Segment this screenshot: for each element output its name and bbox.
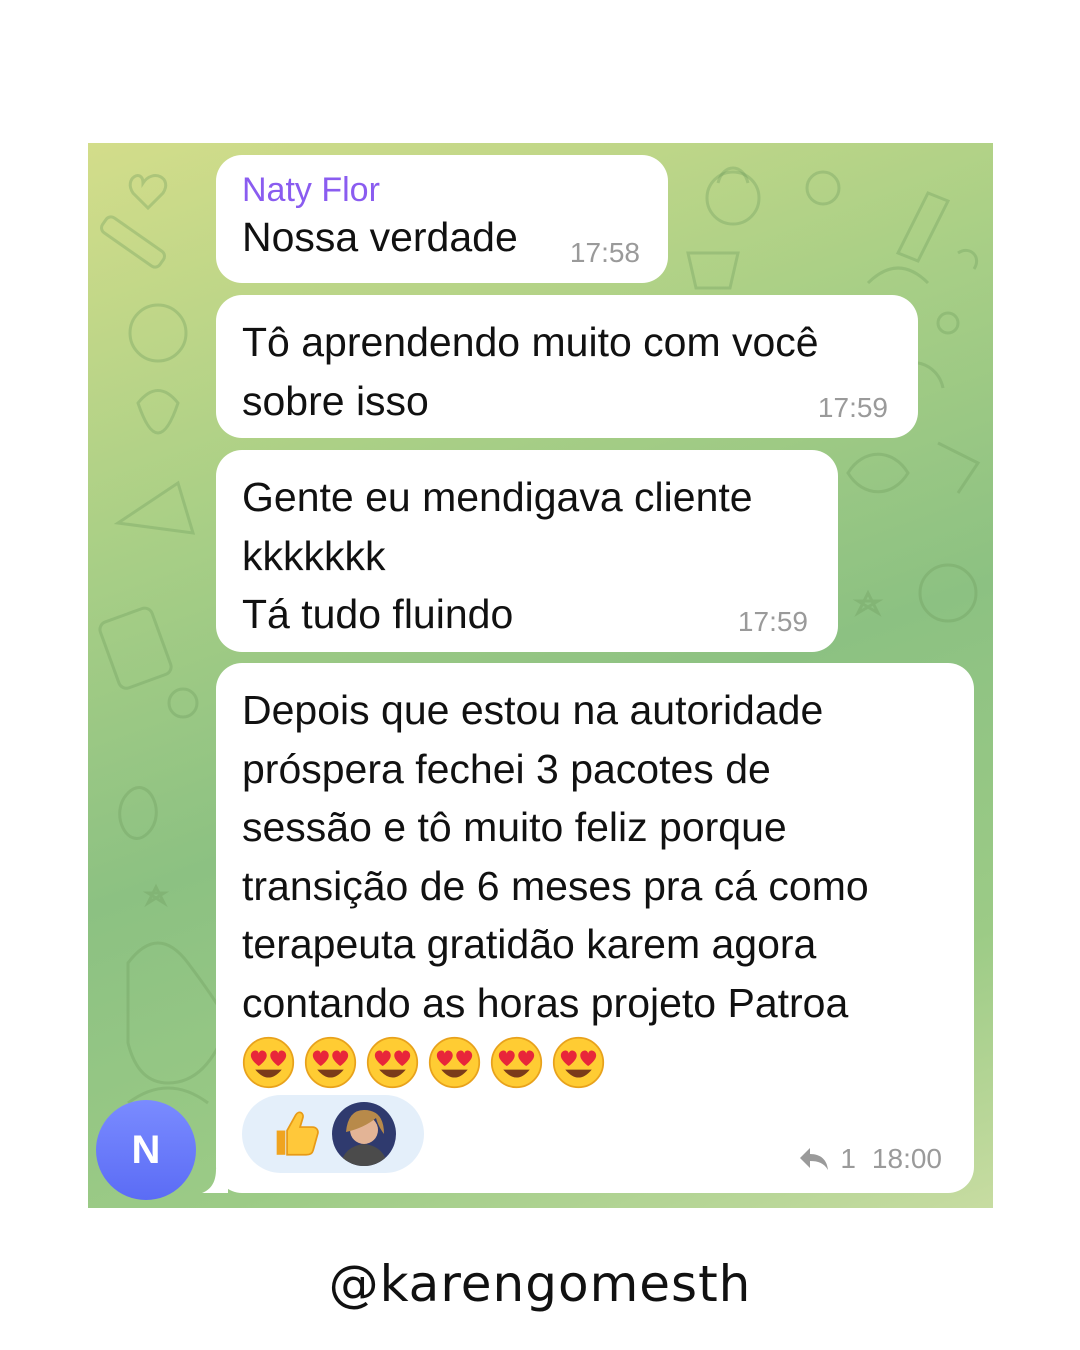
reply-arrow-icon <box>800 1148 829 1170</box>
message-bubble-3[interactable]: Gente eu mendigava cliente kkkkkkk Tá tu… <box>216 450 838 652</box>
heart-eyes-emoji-icon <box>490 1036 543 1089</box>
message-time: 17:58 <box>569 237 640 268</box>
message-time: 18:00 <box>871 1143 942 1174</box>
sender-avatar[interactable]: N <box>96 1100 196 1200</box>
chat-background: Naty Flor Nossa verdade 17:58 Tô aprende… <box>88 143 993 1208</box>
heart-eyes-emoji-icon <box>428 1036 481 1089</box>
message-time: 17:59 <box>737 606 808 637</box>
bubble-tail <box>202 1169 228 1193</box>
heart-eyes-emoji-icon <box>304 1036 357 1089</box>
reaction-pill[interactable] <box>242 1095 424 1173</box>
heart-eyes-emoji-icon <box>552 1036 605 1089</box>
message-text: Tô aprendendo muito com você sobre isso <box>242 319 819 424</box>
message-bubble-1[interactable]: Naty Flor Nossa verdade 17:58 <box>216 155 668 283</box>
message-time: 17:59 <box>817 392 888 423</box>
heart-eyes-emoji-icon <box>366 1036 419 1089</box>
reply-info[interactable]: 1 18:00 <box>798 1143 942 1175</box>
reply-count: 1 <box>840 1143 856 1174</box>
emoji-row <box>242 1036 948 1089</box>
reactor-photo-icon <box>332 1102 396 1166</box>
message-text: Depois que estou na autoridade próspera … <box>242 687 869 1026</box>
message-bubble-4[interactable]: Depois que estou na autoridade próspera … <box>202 663 974 1193</box>
sender-name[interactable]: Naty Flor <box>242 173 642 207</box>
message-text: Gente eu mendigava cliente kkkkkkk Tá tu… <box>242 474 753 637</box>
thumbs-up-icon <box>276 1111 319 1156</box>
reactor-avatar[interactable] <box>332 1102 396 1166</box>
footer-handle: @karengomesth <box>328 1255 752 1313</box>
message-bubble-2[interactable]: Tô aprendendo muito com você sobre isso … <box>216 295 918 438</box>
heart-eyes-emoji-icon <box>242 1036 295 1089</box>
